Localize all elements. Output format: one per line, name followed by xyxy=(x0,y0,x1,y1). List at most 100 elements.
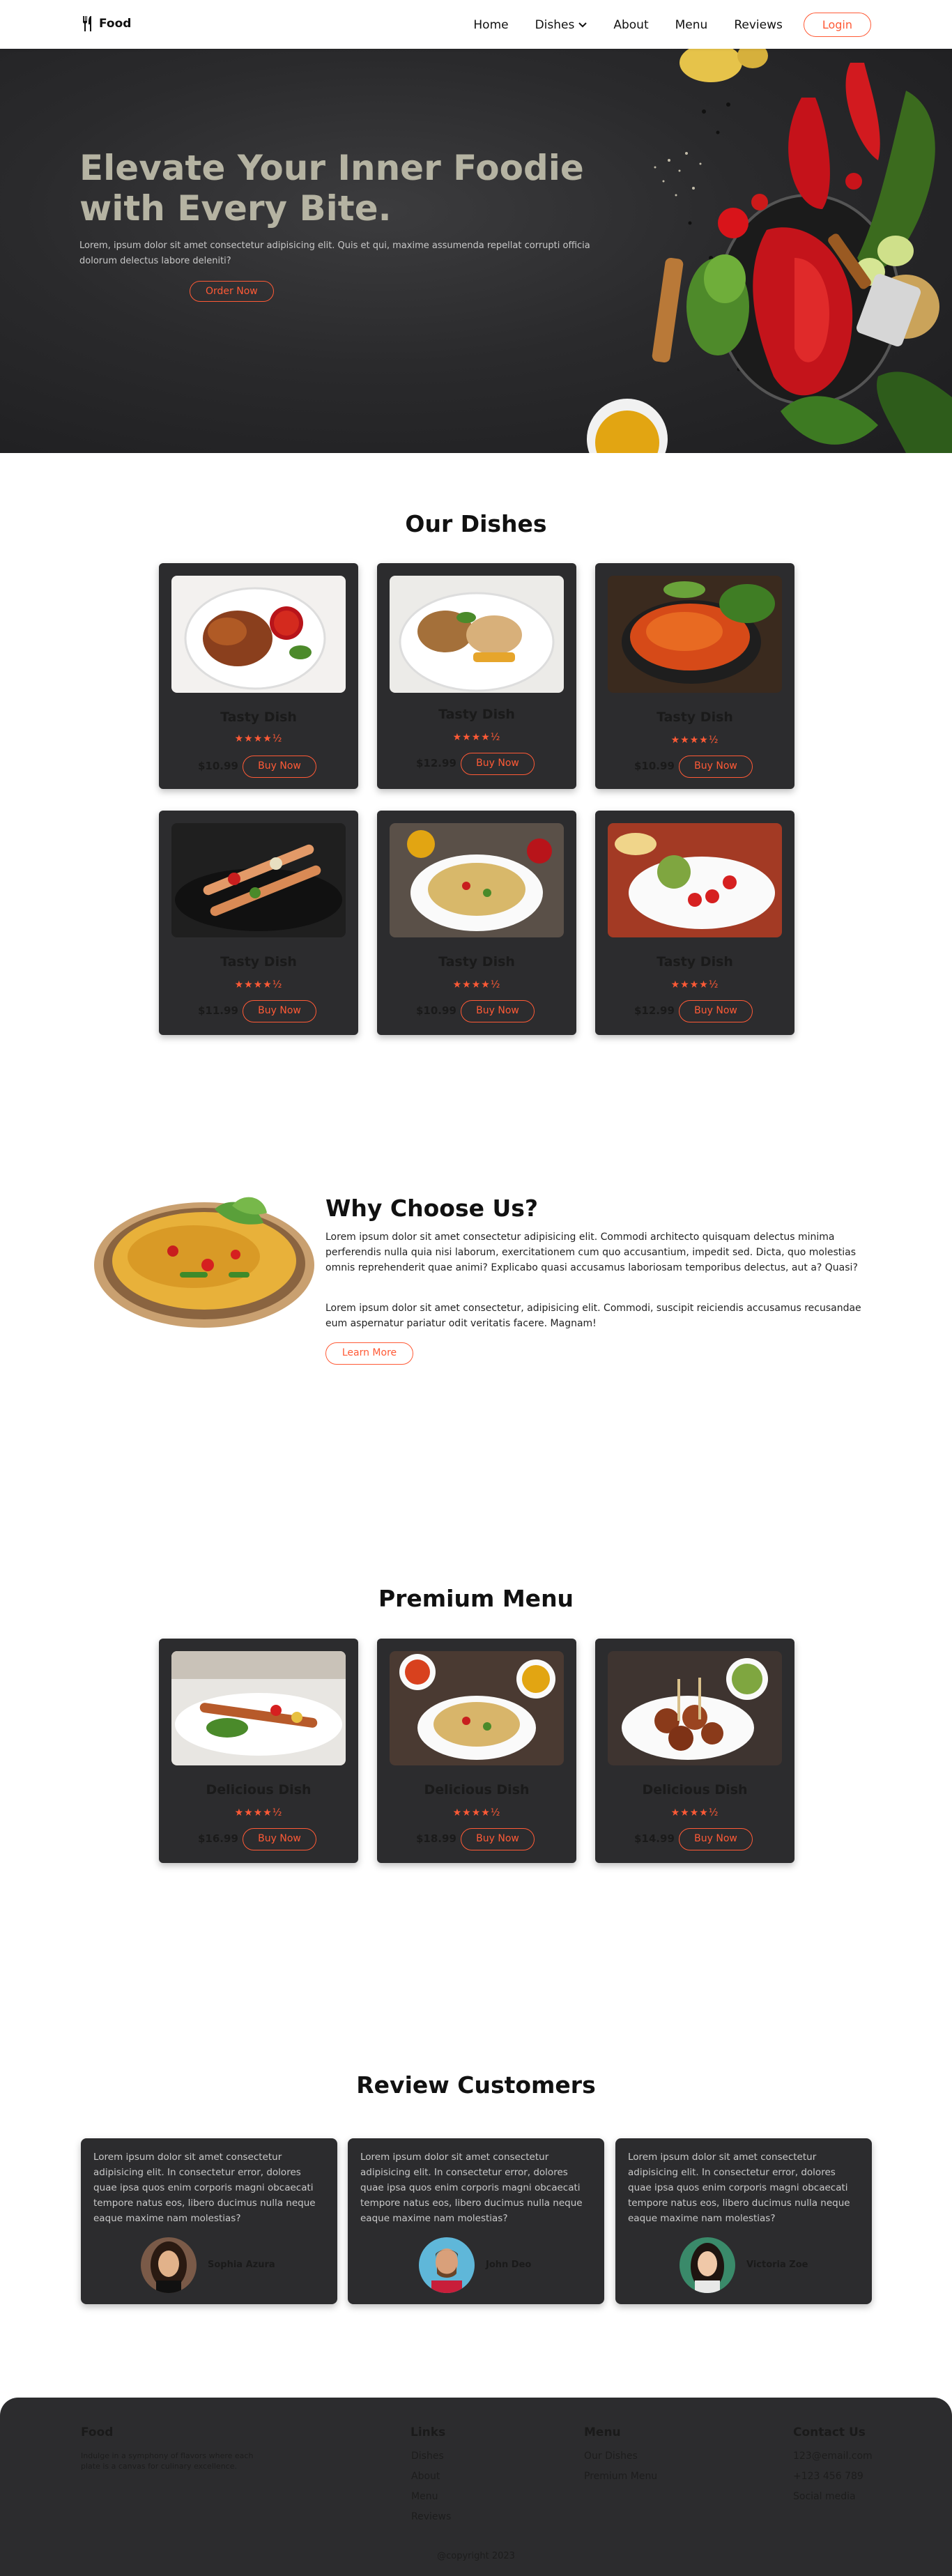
reviewer-name: Victoria Zoe xyxy=(746,2260,808,2270)
footer-brand: Food xyxy=(81,2425,114,2439)
learn-more-button[interactable]: Learn More xyxy=(325,1342,413,1365)
dish-name: Tasty Dish xyxy=(220,710,297,725)
buy-now-button[interactable]: Buy Now xyxy=(243,1000,316,1022)
dish-image-graphic xyxy=(608,1651,782,1765)
login-button[interactable]: Login xyxy=(803,13,871,37)
buy-now-button[interactable]: Buy Now xyxy=(679,1000,753,1022)
buy-now-button[interactable]: Buy Now xyxy=(461,1000,535,1022)
dish-card: Tasty Dish ★★★★½ $10.99 Buy Now xyxy=(595,563,794,789)
review-text: Lorem ipsum dolor sit amet consectetur a… xyxy=(360,2152,583,2224)
dish-card: Tasty Dish ★★★★½ $12.99 Buy Now xyxy=(377,563,576,789)
dish-price: $10.99 xyxy=(416,1004,456,1017)
footer-link-menu[interactable]: Menu xyxy=(411,2491,438,2502)
reviews-section-title: Review Customers xyxy=(356,2071,596,2099)
why-paragraph-2: Lorem ipsum dolor sit amet consectetur, … xyxy=(325,1303,861,1329)
dish-image-graphic xyxy=(171,1651,346,1765)
nav-menu[interactable]: Menu xyxy=(675,18,708,32)
dish-image-graphic xyxy=(390,823,564,937)
avatar xyxy=(680,2237,735,2293)
footer-links-title: Links xyxy=(410,2425,446,2439)
nav-dishes[interactable]: Dishes xyxy=(535,18,588,32)
dish-image-graphic xyxy=(171,823,346,937)
footer-about: Indulge in a symphony of flavors where e… xyxy=(81,2451,254,2471)
nav-links: Home Dishes About Menu Reviews Login xyxy=(447,13,871,37)
brand-name: Food xyxy=(99,17,132,31)
dish-name: Tasty Dish xyxy=(220,954,297,969)
dish-image xyxy=(390,1651,564,1765)
dish-image xyxy=(608,823,782,937)
hero-subtitle: Lorem, ipsum dolor sit amet consectetur … xyxy=(79,240,590,266)
copyright: @copyright 2023 xyxy=(437,2551,515,2561)
buy-now-button[interactable]: Buy Now xyxy=(679,756,753,778)
footer-menu-our-dishes[interactable]: Our Dishes xyxy=(584,2451,638,2462)
hero-section: Elevate Your Inner Foodie with Every Bit… xyxy=(0,49,952,453)
avatar-photo xyxy=(141,2237,197,2293)
nav-home[interactable]: Home xyxy=(473,18,508,32)
footer-contact-title: Contact Us xyxy=(793,2425,866,2439)
rating-stars-icon: ★★★★½ xyxy=(234,979,283,990)
review-text: Lorem ipsum dolor sit amet consectetur a… xyxy=(628,2152,850,2224)
dish-card: Tasty Dish ★★★★½ $11.99 Buy Now xyxy=(159,811,358,1035)
dish-card: Tasty Dish ★★★★½ $10.99 Buy Now xyxy=(377,811,576,1035)
rating-stars-icon: ★★★★½ xyxy=(452,1807,501,1818)
buy-now-button[interactable]: Buy Now xyxy=(243,756,316,778)
dish-image xyxy=(390,576,564,693)
rating-stars-icon: ★★★★½ xyxy=(670,1807,719,1818)
buy-now-button[interactable]: Buy Now xyxy=(461,753,535,775)
fork-knife-icon xyxy=(83,16,91,31)
dish-name: Delicious Dish xyxy=(424,1782,530,1797)
rating-stars-icon: ★★★★½ xyxy=(234,733,283,744)
avatar xyxy=(141,2237,197,2293)
buy-now-button[interactable]: Buy Now xyxy=(243,1828,316,1850)
dish-image xyxy=(171,576,346,693)
chevron-down-icon xyxy=(578,22,588,27)
footer-link-reviews[interactable]: Reviews xyxy=(411,2511,451,2522)
avatar-photo xyxy=(680,2237,735,2293)
dish-image-graphic xyxy=(390,1651,564,1765)
avatar-photo xyxy=(419,2237,475,2293)
rating-stars-icon: ★★★★½ xyxy=(670,979,719,990)
dish-price: $18.99 xyxy=(416,1832,456,1845)
top-navbar: Food Home Dishes About Menu Reviews Logi… xyxy=(0,0,952,49)
premium-section-title: Premium Menu xyxy=(378,1585,574,1612)
biryani-plate-image xyxy=(94,1197,314,1328)
footer-contact-email[interactable]: 123@email.com xyxy=(793,2451,873,2462)
footer-menu-premium[interactable]: Premium Menu xyxy=(584,2471,657,2482)
footer-link-about[interactable]: About xyxy=(411,2471,440,2482)
dish-image-graphic xyxy=(171,576,346,693)
dish-image-graphic xyxy=(390,576,564,693)
dish-price: $12.99 xyxy=(416,757,456,769)
review-card: Lorem ipsum dolor sit amet consectetur a… xyxy=(81,2138,337,2304)
footer-contact-social[interactable]: Social media xyxy=(793,2491,856,2502)
footer: Food Indulge in a symphony of flavors wh… xyxy=(0,2398,952,2576)
nav-reviews[interactable]: Reviews xyxy=(734,18,783,32)
dish-image xyxy=(608,1651,782,1765)
dish-price: $10.99 xyxy=(198,760,238,772)
dish-image-graphic xyxy=(608,576,782,693)
buy-now-button[interactable]: Buy Now xyxy=(461,1828,535,1850)
buy-now-button[interactable]: Buy Now xyxy=(679,1828,753,1850)
dish-name: Tasty Dish xyxy=(657,710,733,725)
dish-name: Delicious Dish xyxy=(642,1782,748,1797)
footer-link-dishes[interactable]: Dishes xyxy=(411,2451,444,2462)
review-card: Lorem ipsum dolor sit amet consectetur a… xyxy=(348,2138,604,2304)
dish-price: $10.99 xyxy=(634,760,675,772)
rating-stars-icon: ★★★★½ xyxy=(670,735,719,746)
footer-menu-title: Menu xyxy=(584,2425,621,2439)
dish-card: Tasty Dish ★★★★½ $12.99 Buy Now xyxy=(595,811,794,1035)
premium-card: Delicious Dish ★★★★½ $18.99 Buy Now xyxy=(377,1639,576,1863)
reviewer-name: John Deo xyxy=(486,2260,532,2270)
dish-price: $14.99 xyxy=(634,1832,675,1845)
dish-name: Tasty Dish xyxy=(657,954,733,969)
dish-image xyxy=(608,576,782,693)
order-now-button[interactable]: Order Now xyxy=(190,281,274,302)
dish-image xyxy=(171,1651,346,1765)
hero-title: Elevate Your Inner Foodie with Every Bit… xyxy=(79,148,584,229)
reviewer-name: Sophia Azura xyxy=(208,2260,275,2270)
brand-logo[interactable]: Food xyxy=(81,15,131,32)
nav-about[interactable]: About xyxy=(613,18,648,32)
footer-contact-phone[interactable]: +123 456 789 xyxy=(793,2471,863,2482)
premium-card: Delicious Dish ★★★★½ $14.99 Buy Now xyxy=(595,1639,794,1863)
rating-stars-icon: ★★★★½ xyxy=(452,979,501,990)
premium-card: Delicious Dish ★★★★½ $16.99 Buy Now xyxy=(159,1639,358,1863)
